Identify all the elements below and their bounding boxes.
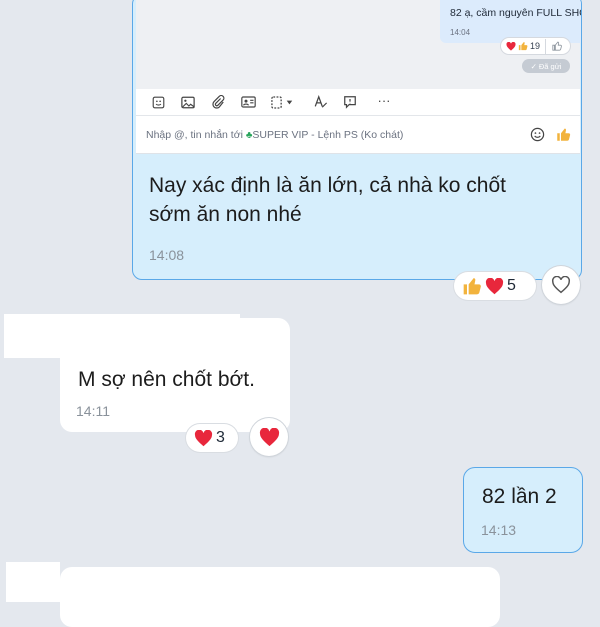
message-text: M sợ nên chốt bớt. bbox=[78, 368, 255, 391]
embedded-message-time: 14:04 bbox=[450, 28, 471, 37]
heart-icon bbox=[506, 41, 516, 51]
message-text: 82 lần 2 bbox=[482, 485, 557, 508]
reaction-count: 3 bbox=[216, 429, 225, 446]
message-time: 14:08 bbox=[149, 247, 185, 263]
message-text-line: Nay xác định là ăn lớn, cả nhà ko chốt bbox=[149, 174, 506, 197]
sent-message-bubble[interactable] bbox=[463, 467, 583, 553]
sticker-icon[interactable] bbox=[150, 94, 166, 110]
react-button[interactable] bbox=[542, 266, 580, 304]
image-icon[interactable] bbox=[180, 94, 196, 110]
check-icon: ✓ bbox=[530, 61, 537, 71]
message-time: 14:13 bbox=[481, 522, 517, 538]
heart-outline-icon bbox=[552, 276, 570, 294]
like-outline-icon bbox=[545, 38, 564, 54]
embedded-message-text: 82 ạ, cầm nguyên FULL SHORT cuối phiên c… bbox=[450, 7, 581, 19]
screenshot-icon[interactable] bbox=[270, 94, 296, 110]
heart-icon bbox=[485, 277, 504, 294]
sender-name-redacted bbox=[4, 314, 240, 358]
placeholder-target: SUPER VIP - Lệnh PS (Ko chát) bbox=[252, 129, 404, 141]
thumbs-up-icon bbox=[518, 42, 528, 51]
quick-message-icon[interactable] bbox=[342, 94, 358, 110]
composer-placeholder: Nhập @, tin nhắn tới ♣SUPER VIP - Lệnh P… bbox=[146, 129, 403, 141]
reaction-summary[interactable]: 5 bbox=[454, 272, 536, 300]
sender-avatar-redacted bbox=[6, 562, 60, 602]
reaction-count: 5 bbox=[507, 277, 516, 294]
placeholder-prefix: Nhập @, tin nhắn tới bbox=[146, 129, 243, 141]
sent-message-bubble-screenshot[interactable]: 82 ạ, cầm nguyên FULL SHORT cuối phiên c… bbox=[132, 0, 582, 280]
sent-status-badge: ✓ Đã gửi bbox=[522, 59, 570, 73]
composer-toolbar: ··· bbox=[136, 89, 580, 116]
embedded-reaction-pill: 19 bbox=[501, 38, 571, 54]
message-time: 14:11 bbox=[76, 403, 110, 419]
thumbs-up-icon bbox=[463, 278, 481, 295]
composer-input[interactable]: Nhập @, tin nhắn tới ♣SUPER VIP - Lệnh P… bbox=[136, 116, 580, 154]
thumbs-up-icon[interactable] bbox=[556, 127, 571, 147]
received-message-bubble-partial[interactable] bbox=[60, 567, 500, 627]
message-text-line: sớm ăn non nhé bbox=[149, 203, 302, 226]
format-text-icon[interactable] bbox=[312, 94, 328, 110]
reaction-summary[interactable]: 3 bbox=[186, 424, 238, 452]
contact-card-icon[interactable] bbox=[240, 94, 256, 110]
heart-icon bbox=[194, 429, 213, 446]
attachment-icon[interactable] bbox=[210, 94, 226, 110]
emoji-icon[interactable] bbox=[530, 127, 545, 147]
more-icon[interactable]: ··· bbox=[374, 92, 394, 108]
react-button[interactable] bbox=[250, 418, 288, 456]
embedded-reaction-count: 19 bbox=[530, 41, 541, 51]
heart-icon bbox=[259, 427, 279, 446]
sent-status-text: Đã gửi bbox=[538, 61, 562, 71]
embedded-message: 82 ạ, cầm nguyên FULL SHORT cuối phiên c… bbox=[440, 0, 581, 43]
message-text: Nay xác định là ăn lớn, cả nhà ko chốt s… bbox=[149, 171, 506, 229]
